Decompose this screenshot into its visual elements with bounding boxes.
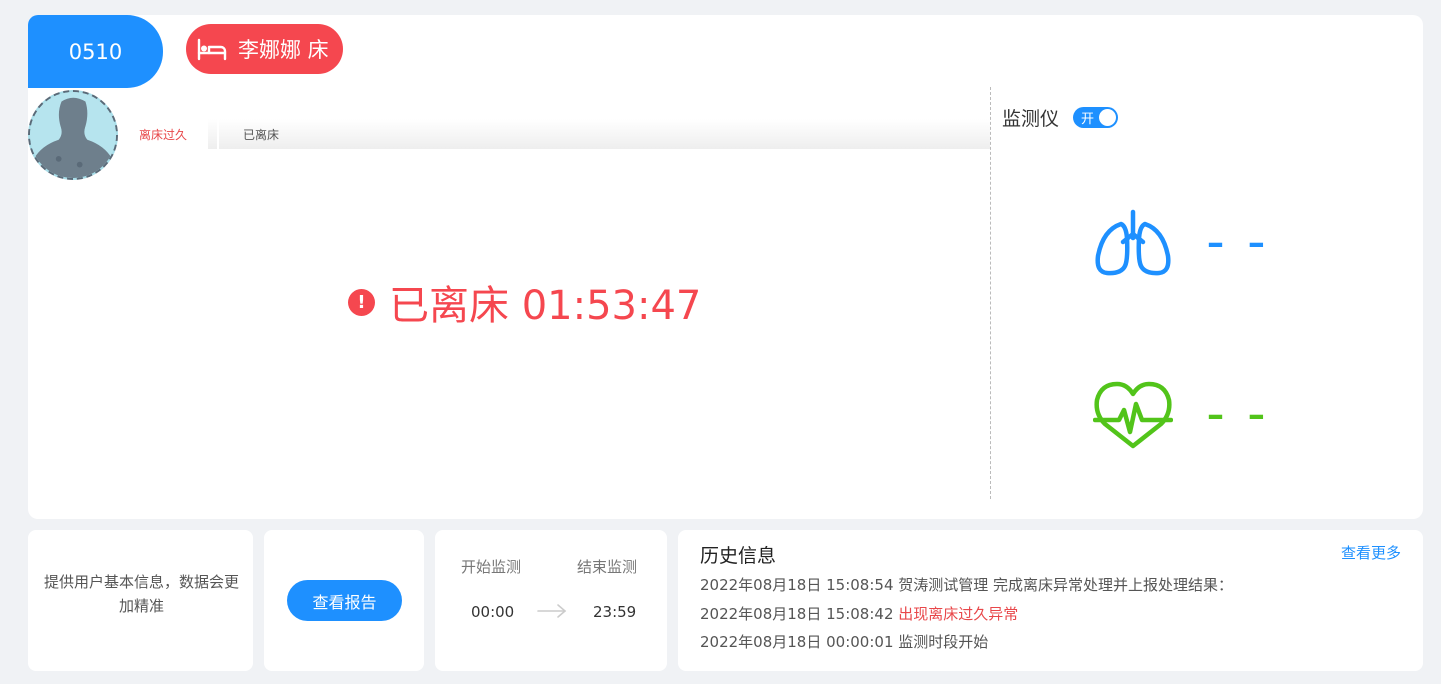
history-entry: 2022年08月18日 00:00:01 监测时段开始 bbox=[700, 631, 988, 652]
monitor-label: 监测仪 bbox=[1002, 108, 1060, 130]
arrow-right-icon bbox=[537, 604, 567, 618]
heart-rate-value: – – bbox=[1207, 395, 1271, 435]
alert-icon: ! bbox=[348, 288, 375, 316]
history-entry: 2022年08月18日 15:08:54 贺涛测试管理 完成离床异常处理并上报处… bbox=[700, 574, 1233, 595]
bed-icon bbox=[197, 38, 227, 61]
profile-tip-text: 提供用户基本信息，数据会更加精准 bbox=[44, 573, 240, 615]
lungs-icon bbox=[1095, 209, 1171, 276]
view-more-link[interactable]: 查看更多 bbox=[1341, 542, 1401, 563]
respiration-reading: – – bbox=[1093, 208, 1271, 278]
monitor-toggle-text: 开 bbox=[1081, 112, 1095, 127]
leave-bed-timer: ! 已离床 01:53:47 bbox=[348, 273, 701, 331]
toggle-knob bbox=[1099, 109, 1116, 126]
history-entry-text: 贺涛测试管理 完成离床异常处理并上报处理结果： bbox=[898, 576, 1234, 594]
heart-pulse-icon bbox=[1093, 381, 1173, 449]
room-number-badge: 0510 bbox=[28, 15, 163, 88]
tab-left-bed[interactable]: 已离床 bbox=[217, 119, 990, 149]
history-card: 历史信息 查看更多 2022年08月18日 15:08:54 贺涛测试管理 完成… bbox=[678, 530, 1423, 671]
end-monitor-label: 结束监测 bbox=[577, 558, 638, 576]
history-entry-text: 监测时段开始 bbox=[898, 633, 989, 651]
avatar[interactable] bbox=[28, 90, 118, 180]
view-report-button[interactable]: 查看报告 bbox=[287, 580, 402, 621]
monitor-toggle[interactable]: 开 bbox=[1073, 107, 1118, 128]
avatar-image bbox=[30, 92, 116, 178]
start-time: 00:00 bbox=[471, 603, 515, 621]
history-entry-alert: 出现离床过久异常 bbox=[898, 605, 1019, 623]
leave-bed-timer-text: 已离床 01:53:47 bbox=[389, 283, 702, 329]
report-card: 查看报告 bbox=[264, 530, 424, 671]
patient-name: 李娜娜 床 bbox=[238, 38, 329, 62]
history-entry-time: 2022年08月18日 00:00:01 bbox=[700, 633, 894, 651]
respiration-value: – – bbox=[1207, 223, 1271, 263]
start-monitor-label: 开始监测 bbox=[461, 558, 522, 576]
patient-name-pill[interactable]: 李娜娜 床 bbox=[186, 24, 343, 74]
history-title: 历史信息 bbox=[700, 545, 777, 567]
heart-rate-reading: – – bbox=[1093, 380, 1271, 450]
bed-status-card: 0510 李娜娜 床 离床过久 已离床 ! 已离床 01:53:47 监测仪 开 bbox=[28, 15, 1423, 519]
schedule-card: 开始监测 结束监测 00:00 23:59 bbox=[435, 530, 667, 671]
profile-tip-card[interactable]: 提供用户基本信息，数据会更加精准 bbox=[28, 530, 253, 671]
status-tab-strip: 离床过久 已离床 bbox=[118, 119, 990, 149]
panel-divider bbox=[990, 87, 991, 499]
history-entry-time: 2022年08月18日 15:08:54 bbox=[700, 576, 894, 594]
end-time: 23:59 bbox=[593, 603, 637, 621]
tab-leave-too-long[interactable]: 离床过久 bbox=[118, 119, 208, 149]
history-entry: 2022年08月18日 15:08:42 出现离床过久异常 bbox=[700, 603, 1018, 624]
history-entry-time: 2022年08月18日 15:08:42 bbox=[700, 605, 894, 623]
